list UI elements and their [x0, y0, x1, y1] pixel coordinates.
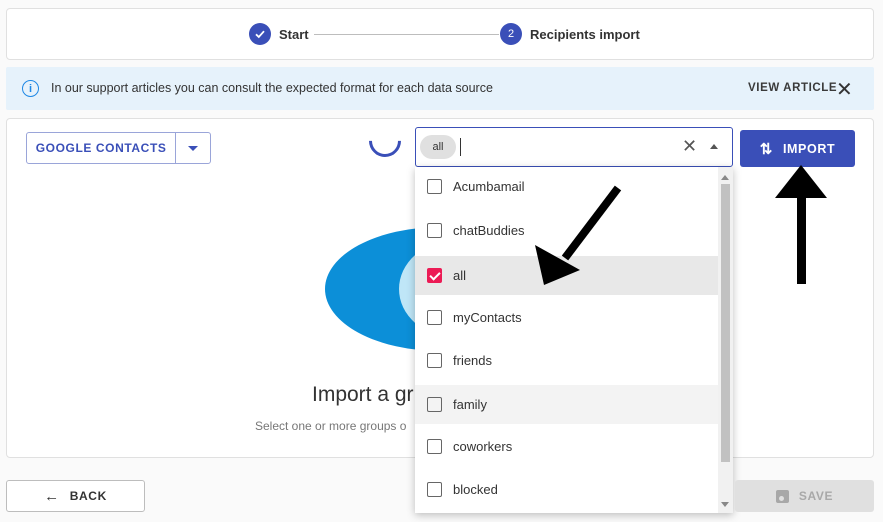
- step-recipients-import: 2 Recipients import: [500, 23, 640, 45]
- group-option[interactable]: blocked: [415, 470, 718, 509]
- group-option[interactable]: myContacts: [415, 298, 718, 337]
- save-button[interactable]: SAVE: [735, 480, 874, 512]
- group-option[interactable]: chatBuddies: [415, 211, 718, 250]
- step-connector: [314, 34, 499, 35]
- import-button[interactable]: ⇅ IMPORT: [740, 130, 855, 167]
- group-option-label: family: [453, 397, 487, 412]
- stepper: Start 2 Recipients import: [6, 8, 874, 60]
- group-option-label: coworkers: [453, 439, 513, 454]
- checkbox[interactable]: [427, 439, 442, 454]
- selected-group-chip[interactable]: all: [420, 135, 456, 159]
- info-banner: i In our support articles you can consul…: [6, 67, 874, 110]
- source-selector-label[interactable]: GOOGLE CONTACTS: [27, 133, 175, 163]
- checkbox[interactable]: [427, 223, 442, 238]
- scroll-up-icon[interactable]: [721, 175, 729, 180]
- back-button-label: BACK: [69, 489, 107, 503]
- checkbox-checked[interactable]: [427, 268, 442, 283]
- source-selector[interactable]: GOOGLE CONTACTS: [26, 132, 211, 164]
- group-option[interactable]: all: [415, 256, 718, 295]
- scrollbar-thumb[interactable]: [721, 184, 730, 462]
- text-cursor: [460, 138, 461, 156]
- group-option-label: myContacts: [453, 310, 522, 325]
- back-button[interactable]: ← BACK: [6, 480, 145, 512]
- checkbox[interactable]: [427, 310, 442, 325]
- scroll-down-icon[interactable]: [721, 502, 729, 507]
- import-button-label: IMPORT: [782, 141, 836, 156]
- checkbox[interactable]: [427, 353, 442, 368]
- group-option[interactable]: coworkers: [415, 427, 718, 466]
- group-option-label: friends: [453, 353, 493, 368]
- step-start-label: Start: [279, 26, 309, 42]
- floppy-disk-icon: [775, 489, 789, 503]
- info-banner-text: In our support articles you can consult …: [51, 81, 493, 95]
- checkbox[interactable]: [427, 482, 442, 497]
- check-icon: [249, 23, 271, 45]
- group-option-label: chatBuddies: [453, 223, 525, 238]
- step-start: Start: [249, 23, 309, 45]
- checkbox[interactable]: [427, 179, 442, 194]
- loading-spinner-icon: [362, 119, 408, 164]
- save-button-label: SAVE: [798, 489, 834, 503]
- close-icon[interactable]: ✕: [682, 136, 697, 157]
- groups-select-input[interactable]: all ✕: [415, 127, 733, 167]
- group-option[interactable]: Acumbamail: [415, 167, 718, 206]
- view-article-link[interactable]: VIEW ARTICLE: [748, 82, 837, 94]
- checkbox[interactable]: [427, 397, 442, 412]
- swap-vert-icon: ⇅: [759, 140, 773, 158]
- group-option[interactable]: friends: [415, 341, 718, 380]
- step-number: 2: [500, 23, 522, 45]
- empty-state-title: Import a gr: [312, 383, 414, 406]
- caret-up-icon[interactable]: [710, 144, 718, 149]
- step-recipients-import-label: Recipients import: [530, 26, 640, 42]
- group-option-label: all: [453, 268, 467, 283]
- close-icon[interactable]: ✕: [836, 77, 853, 102]
- groups-dropdown: Acumbamail chatBuddies all myContacts fr…: [415, 167, 733, 513]
- group-option-label: blocked: [453, 482, 498, 497]
- group-option-label: Acumbamail: [453, 179, 525, 194]
- group-option[interactable]: family: [415, 385, 718, 424]
- arrow-left-icon: ←: [44, 487, 60, 505]
- caret-down-icon[interactable]: [175, 133, 210, 163]
- info-icon: i: [22, 80, 39, 97]
- empty-state-subtitle: Select one or more groups o: [255, 419, 407, 433]
